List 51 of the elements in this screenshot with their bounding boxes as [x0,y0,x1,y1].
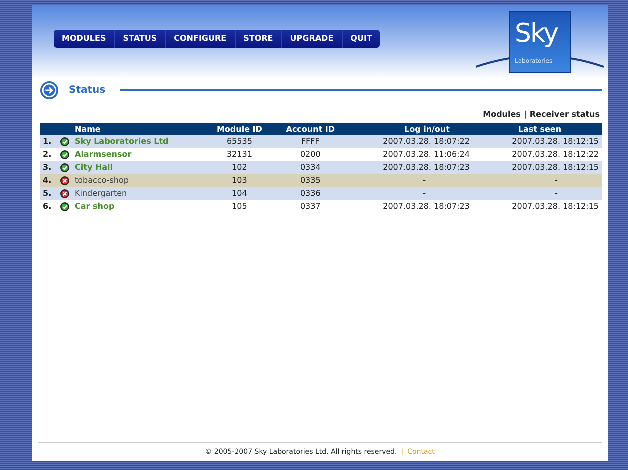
nav-button[interactable]: STORE [236,30,282,48]
column-header: Module ID [205,123,274,135]
row-number: 5. [40,187,60,200]
table-cell: 0335 [274,174,348,187]
column-header: Last seen [478,123,602,135]
table-row[interactable]: 4. tobacco-shop 103 0335 - - [40,174,602,187]
table-row[interactable]: 6. Car shop 105 0337 2007.03.28. 18:07:23 2007.03.28. 18:12:15 [40,200,602,213]
module-name[interactable]: Car shop [72,200,206,213]
table-row[interactable]: 2. Alarmsensor 32131 0200 2007.03.28. 11:06:24 2007.03.28. 18:12:22 [40,148,602,161]
row-number: 1. [40,135,60,148]
table-row[interactable]: 5. Kindergarten 104 0336 - - [40,187,602,200]
table-row[interactable]: 3. City Hall 102 0334 2007.03.28. 18:07:23 2007.03.28. 18:12:15 [40,161,602,174]
table-cell: 0334 [274,161,348,174]
row-number: 3. [40,161,60,174]
table-row[interactable]: 1. Sky Laboratories Ltd 65535 FFFF 2007.03.28. 18:07:22 2007.03.28. 18:12:15 [40,135,602,148]
link[interactable]: Modules [483,110,521,119]
table-cell: 2007.03.28. 18:12:15 [478,135,602,148]
table-cell: 0200 [274,148,348,161]
nav-button[interactable]: QUIT [342,30,380,48]
row-number: 2. [40,148,60,161]
column-header: Name [72,123,206,135]
link[interactable]: Receiver status [530,110,600,119]
column-header: Account ID [274,123,348,135]
table-cell: 2007.03.28. 18:07:23 [347,161,478,174]
arrow-circle-icon [40,80,59,100]
table-cell: 103 [205,174,274,187]
separator: | [524,110,527,119]
row-number: 4. [40,174,60,187]
nav-button[interactable]: UPGRADE [282,30,343,48]
table-cell: FFFF [274,135,348,148]
table-cell: - [478,187,602,200]
table-cell: - [347,174,478,187]
module-name[interactable]: Alarmsensor [72,148,206,161]
table-cell: 0336 [274,187,348,200]
table-cell: 2007.03.28. 18:12:15 [478,161,602,174]
page-title: Status [69,84,106,96]
table-cell: 104 [205,187,274,200]
table-cell: 65535 [205,135,274,148]
table-cell: 2007.03.28. 18:07:22 [347,135,478,148]
column-header: Log in/out [347,123,478,135]
nav-button[interactable]: CONFIGURE [166,30,236,48]
nav-button[interactable]: STATUS [115,30,166,48]
nav-button[interactable]: MODULES [54,30,116,48]
table-cell: 32131 [205,148,274,161]
table-cell: 2007.03.28. 11:06:24 [347,148,478,161]
table-cell: - [478,174,602,187]
table-cell: 2007.03.28. 18:12:22 [478,148,602,161]
table-cell: 102 [205,161,274,174]
module-name[interactable]: Kindergarten [72,187,206,200]
module-name[interactable]: tobacco-shop [72,174,206,187]
table-cell: - [347,187,478,200]
